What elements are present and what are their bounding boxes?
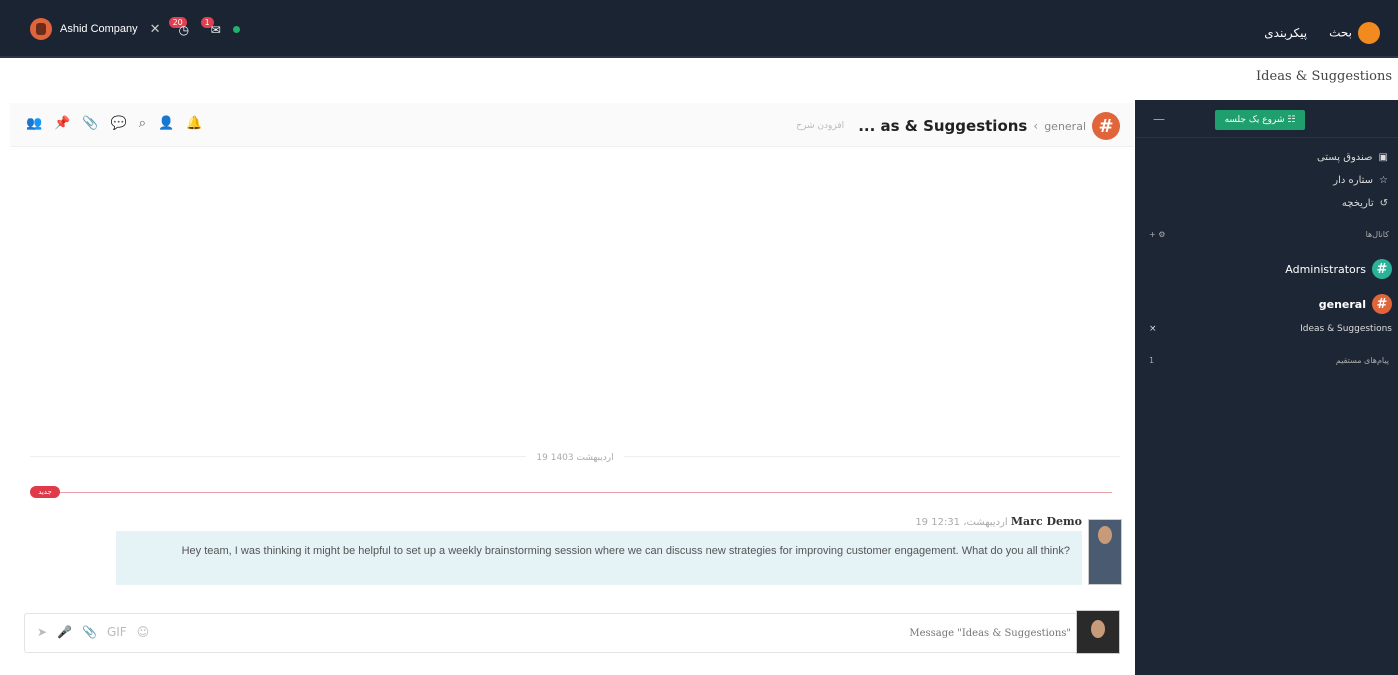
parent-channel-link[interactable]: general xyxy=(1044,120,1086,133)
attach-icon[interactable]: 📎 xyxy=(82,625,97,639)
online-status-icon xyxy=(232,25,240,33)
tools-icon[interactable]: ✕ xyxy=(150,22,161,37)
company-logo-icon[interactable] xyxy=(30,18,52,40)
emoji-icon[interactable]: ☺ xyxy=(137,625,150,639)
channels-section-label: کانال‌ها xyxy=(1365,230,1389,239)
message-author[interactable]: Marc Demo xyxy=(1011,515,1082,528)
sidebar-item-inbox[interactable]: صندوق پستی ▣ xyxy=(1317,152,1388,163)
channel-title[interactable]: ... as & Suggestions xyxy=(858,117,1027,135)
channels-actions: + ⚙ xyxy=(1149,230,1165,239)
unread-badge: جدید xyxy=(30,486,60,498)
add-user-icon[interactable]: 👤 xyxy=(158,116,174,131)
bell-icon[interactable]: 🔔 xyxy=(186,116,202,131)
inbox-label: صندوق پستی xyxy=(1316,152,1373,163)
discuss-sidebar: — شروع یک جلسه ☷ صندوق پستی ▣ ستاره دار ☆ … xyxy=(1135,100,1398,675)
channel-description[interactable]: افزودن شرح xyxy=(796,121,844,131)
subchannel-name: Ideas & Suggestions xyxy=(1300,324,1392,334)
date-label: 19 اردیبهشت 1403 xyxy=(526,453,624,463)
discuss-menu[interactable]: بحث xyxy=(1329,22,1380,44)
current-user-avatar xyxy=(1076,610,1120,654)
message-bubble: Hey team, I was thinking it might be hel… xyxy=(116,531,1082,585)
company-name[interactable]: Ashid Company xyxy=(60,23,138,35)
avatar-face-icon xyxy=(1098,526,1112,544)
starred-label: ستاره دار xyxy=(1333,175,1374,186)
breadcrumb-bar: Ideas & Suggestions xyxy=(0,60,1398,96)
channel-settings-icon[interactable]: ⚙ xyxy=(1158,230,1165,239)
channel-name: Administrators xyxy=(1285,262,1366,276)
top-navbar: Ashid Company ✕ 20 ◷ 1 ✉ پیکربندی بحث xyxy=(0,0,1398,58)
add-channel-icon[interactable]: + xyxy=(1149,230,1156,239)
star-icon: ☆ xyxy=(1379,175,1388,186)
channel-avatar: # xyxy=(1092,112,1120,140)
activity-icon[interactable]: 20 ◷ xyxy=(168,17,193,37)
chat-bubbles-icon: ✉ xyxy=(210,23,221,37)
breadcrumb-separator: ‹ xyxy=(1033,119,1039,133)
sidebar-item-history[interactable]: تاریخچه ↺ xyxy=(1342,198,1388,209)
avatar-face-icon xyxy=(1091,620,1105,638)
message-meta: 19 اردیبهشت، 12:31 Marc Demo xyxy=(915,515,1082,528)
gif-icon[interactable]: GIF xyxy=(107,625,127,639)
discuss-label: بحث xyxy=(1329,25,1352,40)
channel-hash-icon: # xyxy=(1372,259,1392,279)
send-icon[interactable]: ➤ xyxy=(37,625,47,639)
attachment-icon[interactable]: 📎 xyxy=(82,116,98,131)
history-label: تاریخچه xyxy=(1341,198,1374,209)
channel-name: general xyxy=(1318,297,1366,311)
chat-panel: 👥 📌 📎 💬 ⌕ 👤 🔔 افزودن شرح ... as & Sugges… xyxy=(10,103,1134,675)
microphone-icon[interactable]: 🎤 xyxy=(57,625,72,639)
message-composer: ➤ 🎤 📎 GIF ☺ xyxy=(24,613,1080,653)
sidebar-channel-administrators[interactable]: Administrators # xyxy=(1285,259,1392,279)
sidebar-item-starred[interactable]: ستاره دار ☆ xyxy=(1333,175,1388,186)
inbox-icon: ▣ xyxy=(1378,152,1388,163)
members-icon[interactable]: 👥 xyxy=(26,116,42,131)
direct-section-label: پیام‌های مستقیم xyxy=(1335,356,1389,365)
collapse-icon[interactable]: — xyxy=(1153,112,1165,126)
pin-icon[interactable]: 📌 xyxy=(54,116,70,131)
sidebar-subchannel-ideas[interactable]: × Ideas & Suggestions xyxy=(1149,324,1392,334)
channels-section-header[interactable]: + ⚙ کانال‌ها xyxy=(1149,230,1389,239)
history-icon: ↺ xyxy=(1379,198,1388,209)
search-icon[interactable]: ⌕ xyxy=(139,116,146,131)
start-meeting-button[interactable]: شروع یک جلسه ☷ xyxy=(1215,110,1305,130)
direct-count: 1 xyxy=(1149,356,1155,365)
message-input[interactable] xyxy=(471,622,1071,644)
author-avatar[interactable] xyxy=(1088,519,1122,585)
channel-header: 👥 📌 📎 💬 ⌕ 👤 🔔 افزودن شرح ... as & Sugges… xyxy=(10,103,1134,147)
clock-icon: ◷ xyxy=(178,23,190,37)
settings-menu[interactable]: پیکربندی xyxy=(1264,26,1307,40)
channel-hash-icon: # xyxy=(1372,294,1392,314)
discuss-app-icon xyxy=(1358,22,1380,44)
message[interactable]: 19 اردیبهشت، 12:31 Marc Demo Hey team, I… xyxy=(116,507,1122,585)
message-time: 19 اردیبهشت، 12:31 xyxy=(915,517,1008,528)
messaging-icon[interactable]: 1 ✉ xyxy=(200,17,225,37)
direct-messages-section-header[interactable]: 1 پیام‌های مستقیم xyxy=(1149,356,1389,365)
sidebar-channel-general[interactable]: general # xyxy=(1319,294,1392,314)
close-subchannel-icon[interactable]: × xyxy=(1149,324,1157,334)
date-separator: 19 اردیبهشت 1403 xyxy=(30,453,1120,471)
page-title: Ideas & Suggestions xyxy=(1256,69,1392,84)
start-meeting-label: شروع یک جلسه xyxy=(1224,115,1285,125)
threads-icon[interactable]: 💬 xyxy=(111,116,127,131)
unread-divider xyxy=(32,492,1112,493)
